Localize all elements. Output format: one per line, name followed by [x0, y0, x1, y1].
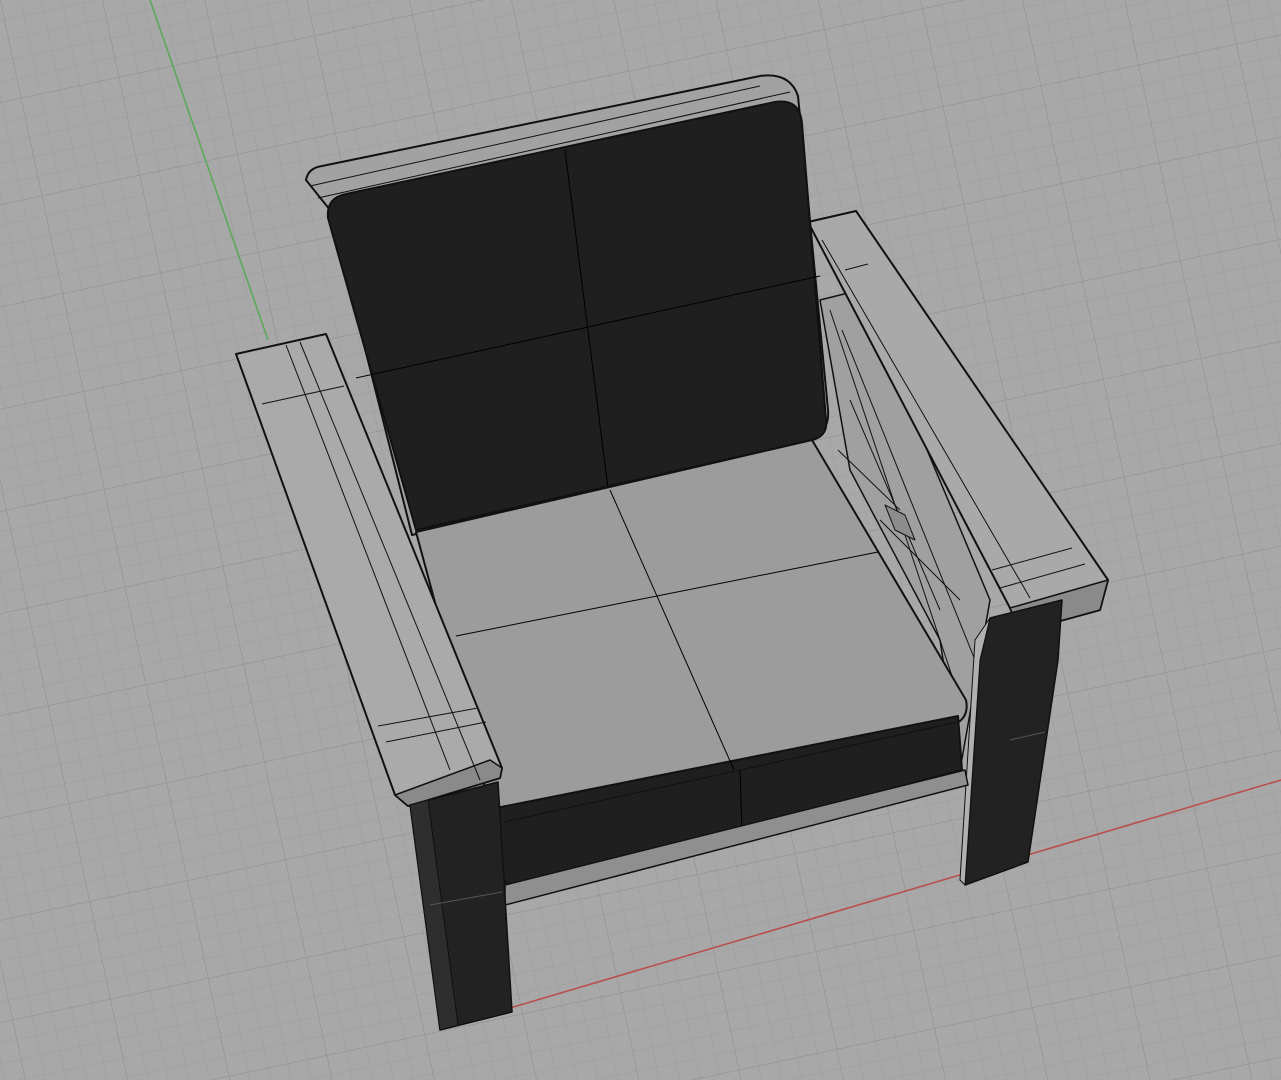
3d-viewport[interactable] — [0, 0, 1281, 1080]
viewport-canvas[interactable] — [0, 0, 1281, 1080]
